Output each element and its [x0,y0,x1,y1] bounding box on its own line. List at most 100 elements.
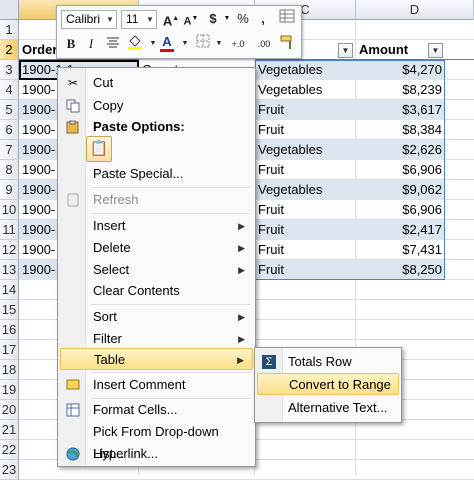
cell-amount[interactable]: $6,906 [356,200,445,220]
cell-amount[interactable]: $6,906 [356,160,445,180]
paste-options-label: Paste Options: [93,119,185,134]
submenu-item-convert-to-range[interactable]: Convert to Range [257,373,399,395]
submenu-item-alternative-text[interactable]: Alternative Text... [257,397,399,419]
menu-item-sort[interactable]: Sort ▶ [60,306,253,328]
format-table-button[interactable] [277,9,297,29]
cell-category[interactable]: Fruit [255,120,356,140]
cell-amount[interactable]: $8,384 [356,120,445,140]
row-header[interactable]: 8 [0,160,19,180]
cell-category[interactable]: Vegetables [255,60,356,80]
menu-item-filter[interactable]: Filter ▶ [60,328,253,350]
bold-button[interactable]: B [61,34,81,54]
cell-category[interactable]: Vegetables [255,80,356,100]
row-header[interactable]: 3 [0,60,19,80]
menu-item-paste-special[interactable]: Paste Special... [60,163,253,185]
cell-amount[interactable]: $4,270 [356,60,445,80]
row-header[interactable]: 20 [0,400,19,420]
row-header[interactable]: 21 [0,420,19,440]
cell-amount[interactable]: $2,626 [356,140,445,160]
convert-to-range-label: Convert to Range [289,377,391,392]
cell-category[interactable]: Fruit [255,240,356,260]
submenu-arrow-icon: ▶ [238,265,245,275]
row-header[interactable]: 6 [0,120,19,140]
header-cell-amount[interactable]: Amount [356,40,474,60]
menu-item-insert-comment[interactable]: Insert Comment [60,374,253,396]
delete-label: Delete [93,240,131,255]
menu-item-format-cells[interactable]: Format Cells... [60,399,253,421]
row-header[interactable]: 4 [0,80,19,100]
cell-amount[interactable]: $8,239 [356,80,445,100]
cell-amount[interactable]: $3,617 [356,100,445,120]
row-header[interactable]: 19 [0,380,19,400]
menu-item-pick-from-list[interactable]: Pick From Drop-down List... [60,421,253,461]
cell-amount[interactable]: $7,431 [356,240,445,260]
cell-category[interactable]: Fruit [255,100,356,120]
submenu-item-totals-row[interactable]: Σ Totals Row [257,351,399,373]
row-header[interactable]: 12 [0,240,19,260]
comma-style-button[interactable]: , [253,9,273,29]
italic-button[interactable]: I [81,34,101,54]
cell-amount[interactable]: $2,417 [356,220,445,240]
decrease-decimal-icon: .00 [257,39,271,49]
cell-category[interactable]: Fruit [255,200,356,220]
copy-icon [66,99,80,113]
row-header[interactable]: 22 [0,440,19,460]
menu-item-cut[interactable]: ✂ Cut [60,72,253,94]
row-header[interactable]: 2 [0,40,19,60]
cell-amount[interactable]: $9,062 [356,180,445,200]
clipboard-icon [66,120,80,134]
increase-decimal-button[interactable]: +.0 [225,34,251,54]
row-header[interactable]: 16 [0,320,19,340]
column-header-d[interactable]: D [356,0,474,20]
submenu-arrow-icon: ▶ [238,334,245,344]
shrink-font-button[interactable]: A▼ [181,9,201,29]
menu-item-delete[interactable]: Delete ▶ [60,237,253,259]
row-header[interactable]: 17 [0,340,19,360]
grow-font-icon: A [162,13,173,29]
grow-font-button[interactable]: A▲ [161,9,181,29]
row-header[interactable]: 1 [0,20,19,40]
percent-button[interactable]: % [233,9,253,29]
borders-icon [196,34,210,48]
format-painter-button[interactable] [277,34,297,54]
cell-category[interactable]: Vegetables [255,140,356,160]
row-header[interactable]: 18 [0,360,19,380]
cell-amount[interactable]: $8,250 [356,260,445,280]
row-header[interactable]: 15 [0,300,19,320]
row-header[interactable]: 11 [0,220,19,240]
cell-category[interactable]: Fruit [255,260,356,280]
menu-item-select[interactable]: Select ▶ [60,259,253,281]
row-header[interactable]: 9 [0,180,19,200]
amount-filter-button[interactable]: ▼ [428,43,443,58]
select-all-corner[interactable] [0,0,19,20]
paste-button[interactable]: 📋 [86,136,112,162]
menu-item-hyperlink[interactable]: Hyperlink... [60,443,253,465]
menu-item-clear-contents[interactable]: Clear Contents [60,280,253,302]
cell-category[interactable]: Vegetables [255,180,356,200]
align-center-button[interactable] [103,34,123,54]
mini-toolbar: Calibri ▼ 11 ▼ A▲ A▼ $ ▼ % , B I ▼ A ▼ ▼… [56,5,302,59]
menu-item-table[interactable]: Table ▶ [60,348,253,370]
menu-item-refresh[interactable]: Refresh [60,189,253,211]
currency-icon: $ [209,11,217,26]
category-filter-button[interactable]: ▼ [338,43,353,58]
decrease-decimal-button[interactable]: .00 [251,34,277,54]
menu-item-copy[interactable]: Copy [60,95,253,117]
menu-item-insert[interactable]: Insert ▶ [60,215,253,237]
row-header[interactable]: 7 [0,140,19,160]
row-header[interactable]: 5 [0,100,19,120]
font-size-box[interactable]: 11 ▼ [121,10,157,29]
cut-label: Cut [93,75,114,90]
cell-category[interactable]: Fruit [255,220,356,240]
row-header[interactable]: 14 [0,280,19,300]
select-label: Select [93,262,130,277]
cell-category[interactable]: Fruit [255,160,356,180]
font-color-button[interactable]: A [157,32,177,52]
row-header[interactable]: 13 [0,260,19,280]
insert-label: Insert [93,218,126,233]
font-name-box[interactable]: Calibri ▼ [61,10,117,29]
chevron-down-icon[interactable]: ▼ [175,34,195,54]
fill-color-button[interactable] [125,34,145,54]
row-header[interactable]: 10 [0,200,19,220]
row-header[interactable]: 23 [0,460,19,480]
